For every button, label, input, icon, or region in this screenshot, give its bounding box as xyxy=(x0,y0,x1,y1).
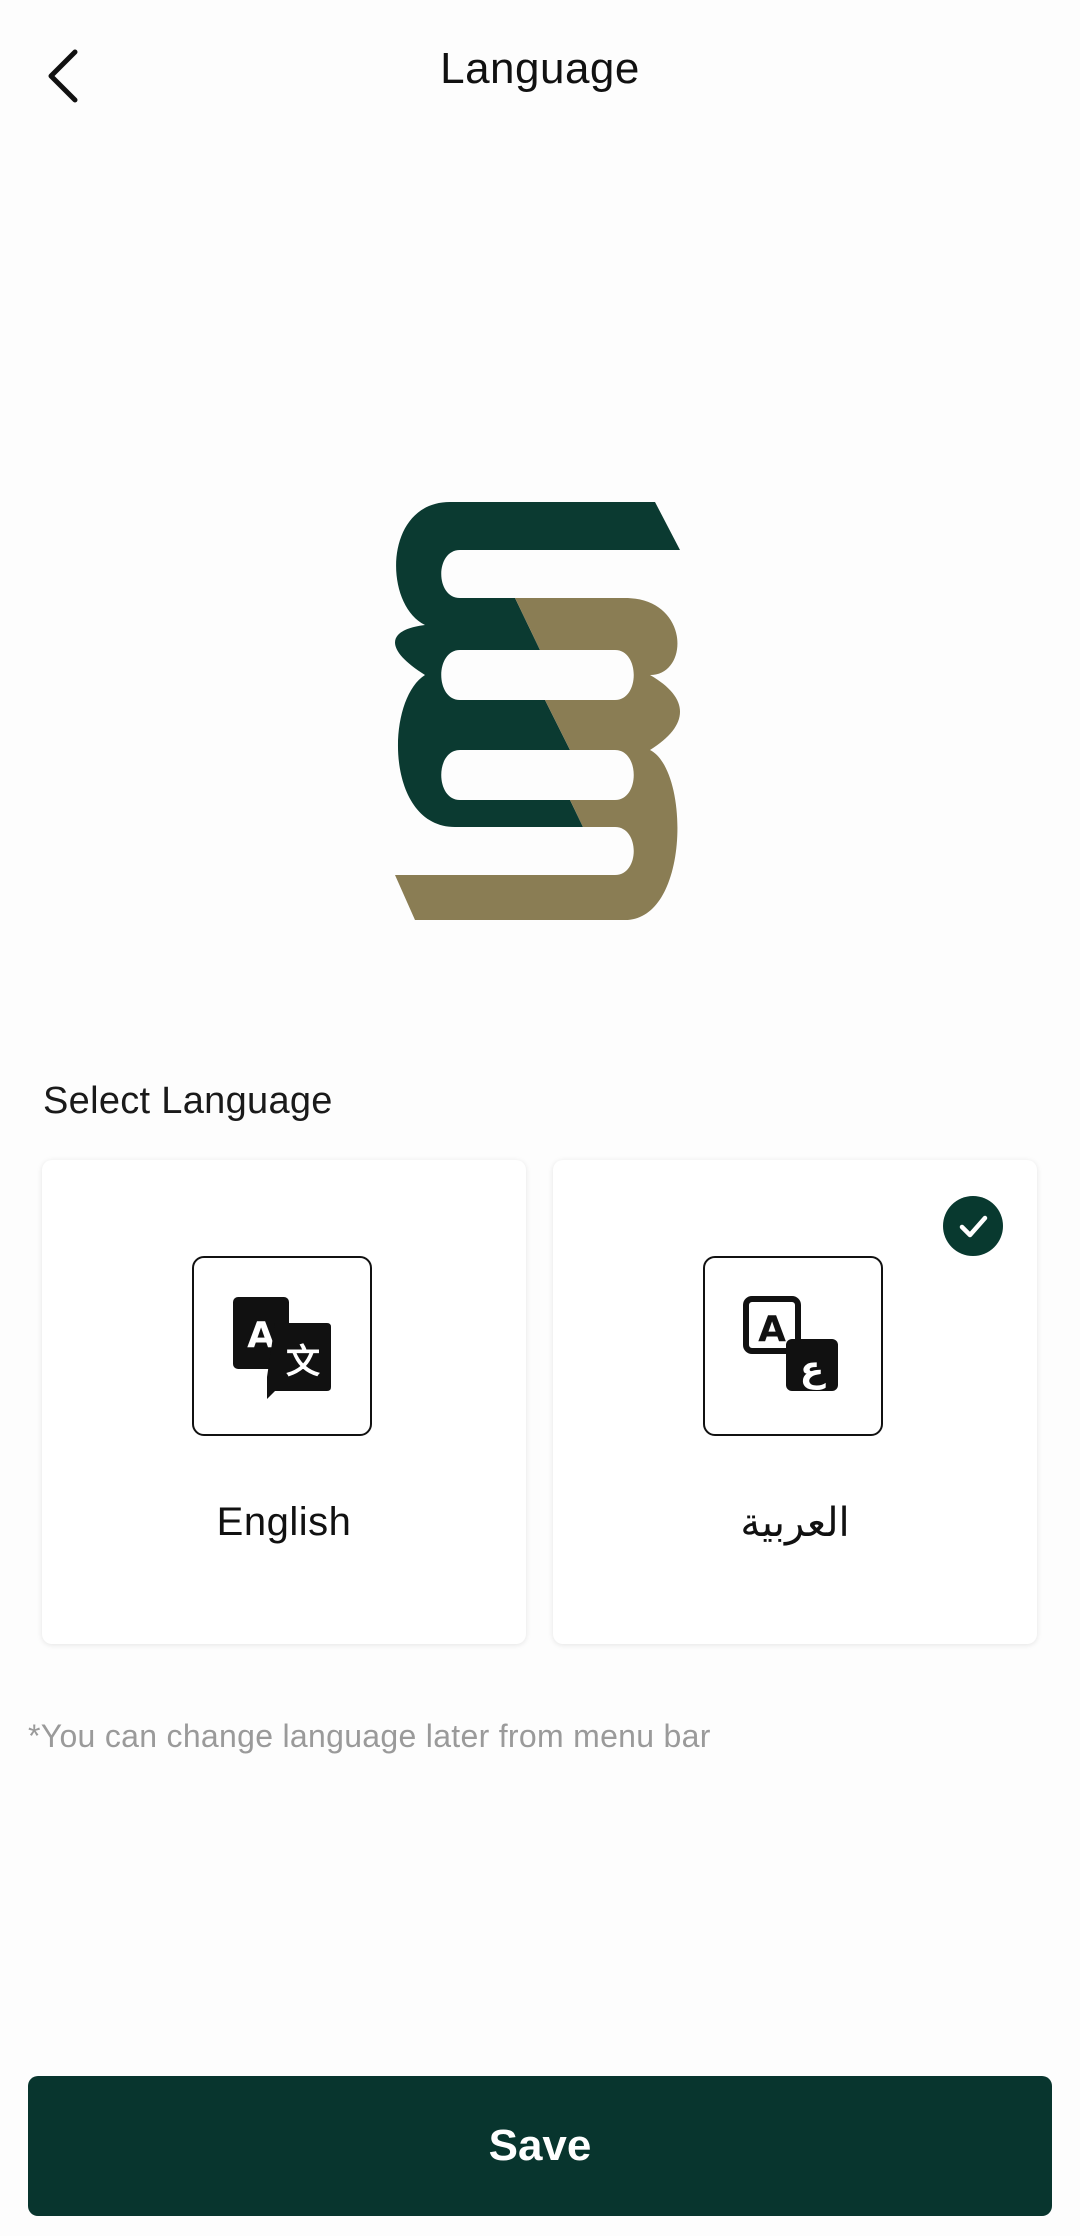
select-language-label: Select Language xyxy=(43,1080,333,1122)
app-header: Language xyxy=(0,0,1080,150)
translate-icon-frame: A 文 xyxy=(192,1256,372,1436)
translate-arabic-icon-frame: A ع xyxy=(703,1256,883,1436)
svg-text:A: A xyxy=(758,1309,786,1350)
language-option-arabic[interactable]: A ع العربية xyxy=(553,1160,1037,1644)
language-hint-text: *You can change language later from menu… xyxy=(28,1718,711,1754)
svg-text:A: A xyxy=(247,1315,275,1356)
language-option-english[interactable]: A 文 English xyxy=(42,1160,526,1644)
language-label-arabic: العربية xyxy=(740,1501,850,1545)
translate-icon: A 文 xyxy=(233,1297,331,1399)
svg-text:文: 文 xyxy=(286,1342,320,1382)
brand-logo xyxy=(395,500,685,920)
save-button[interactable]: Save xyxy=(28,2076,1052,2216)
page-title: Language xyxy=(440,44,640,93)
svg-text:ع: ع xyxy=(800,1349,826,1390)
language-label-english: English xyxy=(216,1500,352,1544)
translate-arabic-icon: A ع xyxy=(743,1296,838,1391)
selected-check-icon xyxy=(943,1196,1003,1256)
